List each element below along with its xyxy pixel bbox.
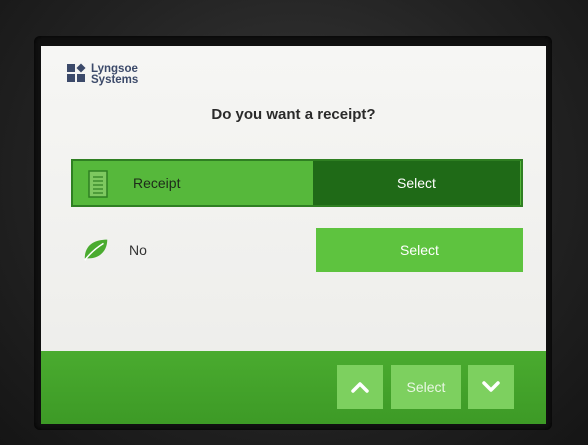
lyngsoe-logo-icon xyxy=(67,63,87,86)
select-no-button[interactable]: Select xyxy=(316,228,523,272)
chevron-up-icon xyxy=(351,382,369,393)
scroll-up-button[interactable] xyxy=(337,365,383,409)
option-row-no[interactable]: No Select xyxy=(71,226,523,274)
company-logo: Lyngsoe Systems xyxy=(67,63,139,86)
chevron-down-icon xyxy=(482,381,500,392)
option-label-receipt: Receipt xyxy=(133,175,181,191)
scroll-down-button[interactable] xyxy=(468,365,514,409)
receipt-paper-icon xyxy=(83,168,113,200)
kiosk-screen: Lyngsoe Systems Do you want a receipt? R… xyxy=(41,46,546,424)
leaf-icon xyxy=(81,233,111,265)
option-row-receipt[interactable]: Receipt Select xyxy=(71,159,523,207)
footer-select-button[interactable]: Select xyxy=(391,365,461,409)
select-receipt-button[interactable]: Select xyxy=(313,161,520,205)
logo-text: Lyngsoe Systems xyxy=(91,63,139,86)
footer-nav-bar: Select xyxy=(41,351,546,424)
option-label-no: No xyxy=(129,242,147,258)
logo-line-2: Systems xyxy=(91,74,139,86)
page-title: Do you want a receipt? xyxy=(211,106,376,123)
